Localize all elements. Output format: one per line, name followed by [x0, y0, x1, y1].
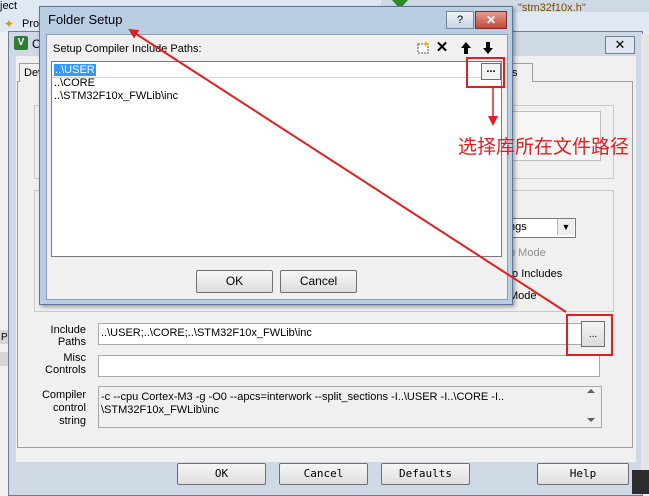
list-item[interactable]: ..\USER [54, 64, 96, 77]
annotation-text: 选择库所在文件路径 [458, 136, 630, 158]
background-editor-text: "stm32f10x.h" [518, 2, 586, 14]
ok-button[interactable]: OK [177, 463, 266, 485]
move-up-icon[interactable] [458, 40, 474, 56]
project-icon: ✦ [4, 17, 15, 31]
list-item[interactable]: ..\STM32F10x_FWLib\inc [54, 90, 178, 103]
left-edge-strip [0, 352, 8, 366]
compiler-control-value: -c --cpu Cortex-M3 -g -O0 --apcs=interwo… [101, 391, 505, 416]
include-paths-list-label: Setup Compiler Include Paths: [53, 43, 202, 55]
misc-controls-label: Misc Controls [45, 352, 86, 376]
cancel-button[interactable]: Cancel [279, 463, 368, 485]
option-c99-mode[interactable]: Mode [509, 290, 537, 302]
right-edge-strip [641, 34, 649, 494]
help-icon[interactable]: ? [446, 11, 474, 29]
help-button[interactable]: Help [537, 463, 629, 485]
move-down-icon[interactable] [480, 40, 496, 56]
list-item-edit-row [52, 63, 499, 78]
scroll-up-icon[interactable] [587, 389, 595, 393]
options-close-button[interactable]: ✕ [605, 36, 635, 54]
compiler-control-label: Compiler control string [41, 389, 86, 427]
defaults-button[interactable]: Defaults [381, 463, 470, 485]
project-panel-label: ject [0, 0, 18, 12]
misc-controls-field[interactable] [98, 355, 600, 377]
new-folder-icon[interactable] [415, 40, 431, 56]
project-item[interactable]: Pro [22, 18, 39, 30]
delete-icon[interactable]: ✕ [434, 40, 450, 56]
chevron-down-icon[interactable]: ▼ [557, 219, 574, 235]
list-item-label: ..\USER [54, 64, 96, 76]
include-paths-label: Include Paths [50, 324, 86, 348]
folder-setup-cancel-button[interactable]: Cancel [280, 270, 357, 293]
folder-setup-title: Folder Setup [48, 12, 123, 27]
include-paths-value: ..\USER;..\CORE;..\STM32F10x_FWLib\inc [101, 327, 312, 339]
option-no-auto-includes[interactable]: to Includes [509, 268, 562, 280]
annotation-highlight-browse [466, 57, 505, 88]
left-edge-label: P [1, 332, 8, 343]
list-item[interactable]: ..\CORE [54, 77, 95, 90]
folder-setup-ok-button[interactable]: OK [196, 270, 273, 293]
keil-app-icon: V [14, 36, 28, 50]
scroll-down-icon[interactable] [587, 418, 595, 422]
annotation-highlight-include-browse [566, 314, 613, 356]
right-edge-fragment [632, 470, 649, 494]
option-thumb-mode[interactable]: b Mode [509, 247, 546, 259]
close-icon[interactable]: ✕ [475, 11, 507, 29]
